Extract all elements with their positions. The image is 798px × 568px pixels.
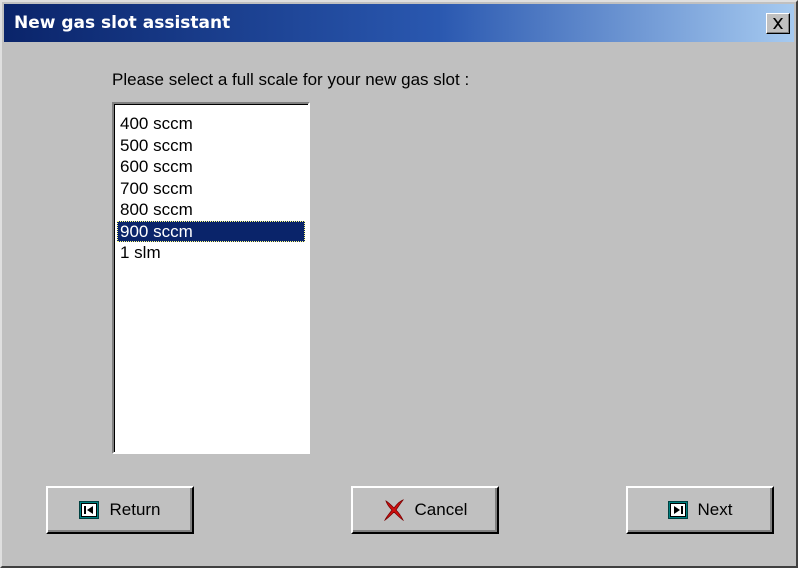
next-button[interactable]: Next (626, 486, 774, 534)
full-scale-listbox[interactable]: 400 sccm 500 sccm 600 sccm 700 sccm 800 … (112, 102, 310, 454)
list-item[interactable]: 800 sccm (117, 199, 305, 221)
list-item[interactable]: 500 sccm (117, 135, 305, 157)
cancel-button[interactable]: Cancel (351, 486, 499, 534)
list-item[interactable]: 700 sccm (117, 178, 305, 200)
next-button-label: Next (697, 500, 733, 519)
list-item[interactable]: 600 sccm (117, 156, 305, 178)
title-bar[interactable]: New gas slot assistant (4, 4, 794, 42)
list-item-selected[interactable]: 900 sccm (117, 220, 305, 242)
red-x-icon (383, 499, 405, 522)
list-item[interactable]: 1 slm (117, 242, 305, 264)
close-icon (773, 18, 783, 29)
close-button[interactable] (766, 13, 790, 34)
cancel-button-label: Cancel (414, 500, 468, 519)
return-button[interactable]: Return (46, 486, 194, 534)
window-title: New gas slot assistant (14, 13, 231, 33)
list-item[interactable]: 400 sccm (117, 113, 305, 135)
instruction-label: Please select a full scale for your new … (112, 70, 470, 89)
step-forward-icon (667, 501, 688, 519)
dialog-window: New gas slot assistant Please select a f… (0, 0, 798, 568)
step-back-icon (79, 501, 100, 519)
return-button-label: Return (109, 500, 161, 519)
